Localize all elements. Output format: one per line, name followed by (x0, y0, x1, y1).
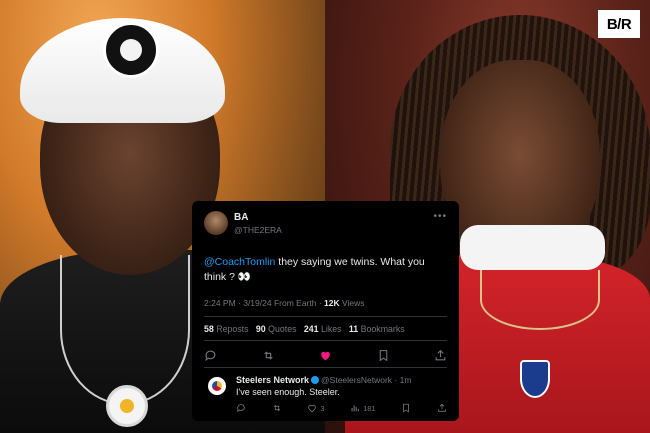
steelers-medallion (106, 385, 148, 427)
reply-reply-icon[interactable] (236, 403, 246, 413)
gold-necklace (480, 270, 600, 330)
reply-icon[interactable] (204, 349, 217, 362)
reply-likes-count: 3 (320, 403, 325, 413)
necklace-chain (60, 255, 190, 405)
br-logo: B/R (598, 10, 640, 38)
tweet-time[interactable]: 2:24 PM (204, 298, 236, 308)
nfl-shield-icon (520, 360, 550, 398)
reposts-stat[interactable]: 58 Reposts (204, 324, 249, 334)
likes-stat[interactable]: 241 Likes (304, 324, 342, 334)
bookmark-icon[interactable] (377, 349, 390, 362)
quotes-stat[interactable]: 90 Quotes (256, 324, 297, 334)
steelers-cap-logo (103, 22, 159, 78)
divider (204, 367, 447, 368)
tweet-meta: 2:24 PM · 3/19/24 From Earth · 12K Views (204, 298, 365, 308)
divider (204, 316, 447, 317)
share-icon[interactable] (434, 349, 447, 362)
more-horizontal-icon[interactable]: ••• (433, 211, 447, 222)
author-handle[interactable]: @THE2ERA (234, 225, 282, 235)
divider (204, 340, 447, 341)
reply-tweet[interactable]: Steelers Network @SteelersNetwork · 1m I'… (204, 372, 447, 416)
reply-bookmark-icon[interactable] (401, 403, 411, 413)
engagement-stats: 58 Reposts 90 Quotes 241 Likes 11 Bookma… (204, 324, 405, 334)
verified-badge-icon (311, 376, 320, 384)
reply-share-icon[interactable] (437, 403, 447, 413)
bookmarks-stat[interactable]: 11 Bookmarks (349, 324, 405, 334)
mention-link[interactable]: @CoachTomlin (204, 256, 275, 268)
views-label: Views (342, 298, 365, 308)
avatar[interactable] (204, 211, 228, 235)
white-neck-roll (460, 225, 605, 270)
reply-like-button[interactable]: 3 (307, 403, 324, 413)
steelers-avatar[interactable] (208, 377, 226, 395)
reply-time: 1m (399, 375, 412, 385)
reply-text: I've seen enough. Steeler. (236, 387, 340, 397)
reply-views-count: 181 (363, 403, 376, 413)
author-name[interactable]: BA (234, 212, 248, 223)
tweet-card: BA @THE2ERA ••• @CoachTomlin they saying… (192, 201, 459, 421)
reply-author[interactable]: Steelers Network @SteelersNetwork · 1m (236, 375, 411, 385)
tweet-date[interactable]: 3/19/24 (243, 298, 271, 308)
reply-actions: 3 181 (236, 402, 447, 414)
repost-icon[interactable] (262, 349, 275, 362)
action-bar (204, 347, 447, 363)
reply-views-button[interactable]: 181 (350, 403, 376, 413)
views-count: 12K (324, 298, 340, 308)
tweet-text: @CoachTomlin they saying we twins. What … (204, 255, 449, 285)
like-icon[interactable] (319, 349, 332, 362)
reply-repost-icon[interactable] (272, 403, 282, 413)
tweet-source: From Earth (273, 298, 317, 308)
